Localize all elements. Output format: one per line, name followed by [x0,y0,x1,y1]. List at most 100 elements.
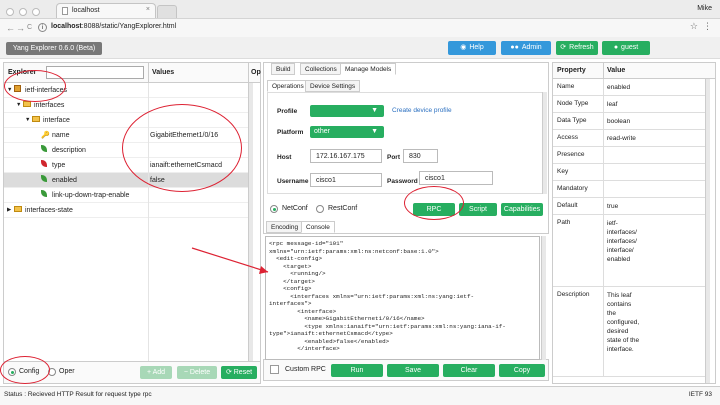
browser-user[interactable]: Mike [697,5,712,12]
users-icon: ●● [510,44,519,51]
expand-toggle-icon[interactable]: ▼ [25,113,30,128]
expand-toggle-icon[interactable]: ▶ [7,203,11,218]
minimize-window-icon[interactable] [19,8,27,16]
property-key: Node Type [557,100,589,107]
folder-icon [32,113,40,128]
property-key: Default [557,202,578,209]
port-label: Port [387,154,400,161]
tab-build[interactable]: Build [271,63,296,75]
new-tab-button[interactable] [157,5,177,18]
url-field[interactable]: localhost:8088/static/YangExplorer.html [51,23,176,30]
folder-icon [14,203,22,218]
custom-rpc-checkbox[interactable] [270,365,279,374]
github-icon: ◉ [460,44,467,51]
page-icon [62,7,68,15]
platform-select[interactable]: other ▼ [310,126,384,138]
profile-select[interactable]: ▼ [310,105,384,117]
tab-title: localhost [72,7,100,14]
property-scrollbar[interactable] [705,79,710,383]
annotation-circle [0,356,50,384]
tab-manage-models[interactable]: Manage Models [340,63,397,75]
property-row: Data Type boolean [553,113,705,130]
property-value: leaf [607,101,618,108]
guest-button[interactable]: ● guest [602,41,650,55]
property-value: This leaf contains the configured, desir… [607,292,640,353]
clear-button[interactable]: Clear [443,364,495,377]
tab-console[interactable]: Console [301,221,335,233]
property-row: Name enabled [553,79,705,96]
close-tab-icon[interactable]: × [146,6,150,13]
form-scrollbar[interactable] [542,92,547,194]
close-window-icon[interactable] [6,8,14,16]
custom-rpc-label: Custom RPC [285,366,326,373]
save-button[interactable]: Save [387,364,439,377]
property-row: Path ietf- interfaces/ interfaces/ interf… [553,215,705,287]
subtab-device-settings[interactable]: Device Settings [305,80,361,92]
property-row: Mandatory [553,181,705,198]
help-button[interactable]: ◉ Help [448,41,496,55]
restconf-radio[interactable] [316,205,324,213]
forward-icon[interactable]: → [16,23,25,33]
netconf-radio[interactable] [270,205,278,213]
values-column-header: Values [152,69,175,76]
property-value: read-write [607,135,636,142]
tree-row-interfaces-state[interactable]: ▶ interfaces-state [4,203,248,218]
reload-icon[interactable]: C [27,24,32,31]
property-row: Access read-write [553,130,705,147]
key-icon: 🔑 [41,132,50,139]
property-value: enabled [607,84,631,91]
property-key: Description [557,291,590,298]
subtab-operations[interactable]: Operations [267,80,309,92]
delete-button[interactable]: − Delete [177,366,217,379]
maximize-window-icon[interactable] [32,8,40,16]
column-divider [603,164,604,180]
reset-button[interactable]: ⟳ Reset [221,366,257,379]
browser-chrome: localhost × Mike ← → C i localhost:8088/… [0,0,720,37]
info-icon: i [38,23,47,32]
tab-encoding[interactable]: Encoding [266,221,304,233]
column-divider [603,147,604,163]
tree-row-label: description [52,147,86,154]
admin-button[interactable]: ●● Admin [501,41,551,55]
tree-row-label: interface [43,117,70,124]
tree-row-label: name [52,132,70,139]
caret-down-icon: ▼ [371,128,378,135]
host-input[interactable]: 172.16.167.175 [310,149,382,163]
capabilities-button[interactable]: Capabilities [501,203,543,216]
run-button[interactable]: Run [331,364,383,377]
annotation-circle [4,70,66,102]
profile-label: Profile [277,108,298,115]
tree-row-label: type [52,162,66,169]
password-input[interactable]: cisco1 [419,171,493,185]
copy-button[interactable]: Copy [499,364,545,377]
tree-row-link-up-down-trap-enable[interactable]: link-up-down-trap-enable [4,188,248,203]
console-footer: Custom RPC Run Save Clear Copy [263,359,549,381]
address-bar-row: ← → C i localhost:8088/static/YangExplor… [0,18,720,37]
browser-menu-icon[interactable]: ⋮ [703,21,712,32]
port-input[interactable]: 830 [403,149,438,163]
create-profile-link[interactable]: Create device profile [392,107,452,114]
restconf-label: RestConf [328,205,358,212]
property-row: Key [553,164,705,181]
username-input[interactable]: cisco1 [310,173,382,187]
netconf-label: NetConf [282,205,308,212]
console-scrollbar[interactable] [541,236,546,360]
refresh-button[interactable]: ⟳ Refresh [556,41,598,55]
tree-scrollbar[interactable] [248,83,253,363]
property-key: Name [557,83,575,90]
back-icon[interactable]: ← [6,23,15,33]
script-button[interactable]: Script [459,203,497,216]
column-divider [603,215,604,286]
bookmark-star-icon[interactable]: ☆ [690,21,698,32]
property-key: Access [557,134,578,141]
tab-collections[interactable]: Collections [300,63,342,75]
status-bar: Status : Recieved HTTP Result for reques… [0,386,720,405]
status-text: Status : Recieved HTTP Result for reques… [4,391,152,398]
password-label: Password [387,178,418,185]
property-key: Presence [557,151,585,158]
console-output[interactable]: <rpc message-id="101" xmlns="urn:ietf:pa… [265,236,540,360]
username-label: Username [277,178,309,185]
add-button[interactable]: + Add [140,366,172,379]
browser-tab[interactable]: localhost × [56,3,156,18]
column-divider [603,198,604,214]
